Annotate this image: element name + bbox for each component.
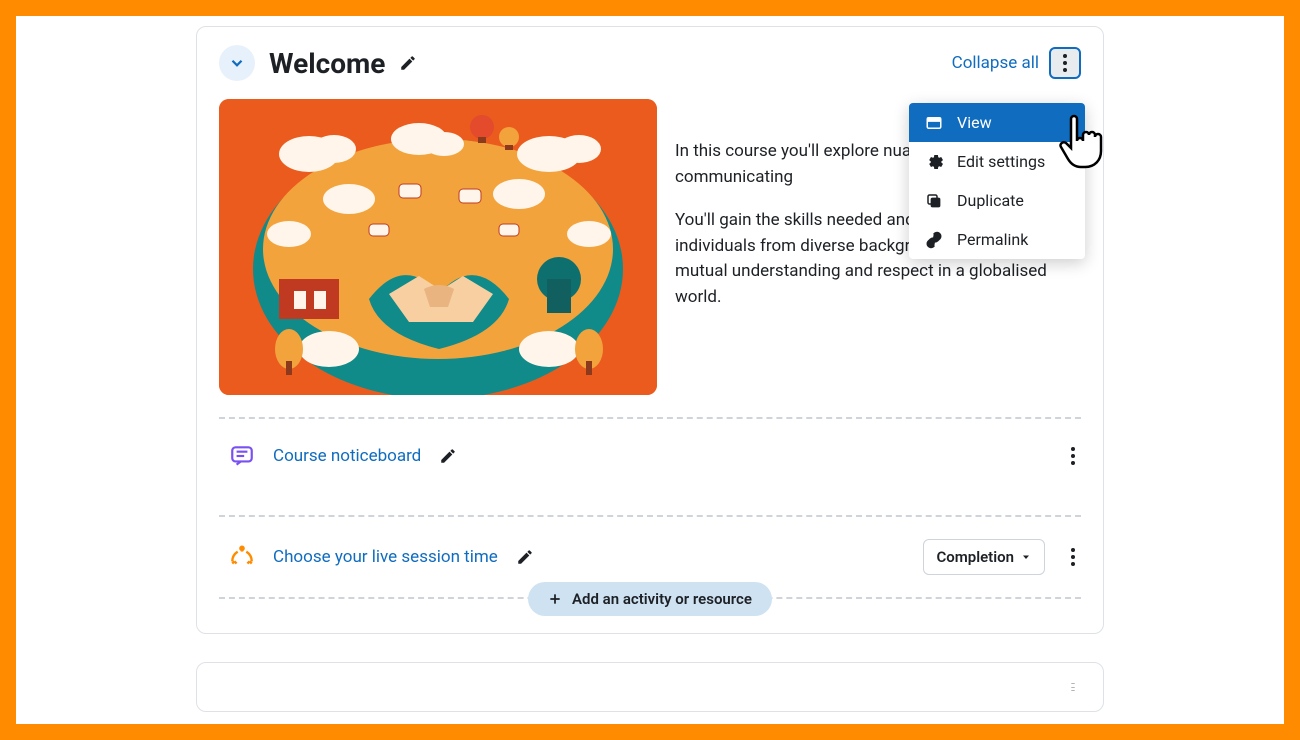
choice-icon	[229, 544, 255, 570]
section-header-right: Collapse all	[952, 47, 1081, 79]
activity-link-noticeboard[interactable]: Course noticeboard	[273, 446, 421, 466]
link-icon	[925, 231, 943, 249]
duplicate-icon	[925, 192, 943, 210]
section-title-area: Welcome	[219, 45, 417, 81]
activity-row-noticeboard: Course noticeboard	[219, 419, 1081, 493]
add-row: Add an activity or resource	[219, 597, 1081, 633]
chevron-down-icon	[1020, 551, 1032, 563]
activity-right: Completion	[923, 539, 1081, 575]
section-title: Welcome	[269, 47, 385, 80]
section-card: Welcome Collapse all View	[196, 26, 1104, 634]
section-illustration	[219, 99, 657, 395]
pencil-icon	[516, 548, 534, 566]
edit-activity-button[interactable]	[439, 447, 457, 465]
add-activity-button[interactable]: Add an activity or resource	[528, 582, 772, 616]
plus-icon	[548, 592, 562, 606]
menu-item-permalink-label: Permalink	[957, 230, 1028, 249]
edit-activity-button[interactable]	[516, 548, 534, 566]
activity-link-session[interactable]: Choose your live session time	[273, 547, 498, 567]
activity-left: Choose your live session time	[229, 544, 534, 570]
pencil-icon	[399, 54, 417, 72]
collapse-toggle-button[interactable]	[219, 45, 255, 81]
section-header: Welcome Collapse all	[219, 45, 1081, 81]
activity-menu-button[interactable]	[1065, 542, 1081, 572]
gear-icon	[925, 153, 943, 171]
menu-item-edit-settings-label: Edit settings	[957, 152, 1045, 171]
menu-item-permalink[interactable]: Permalink	[909, 220, 1085, 259]
menu-item-duplicate-label: Duplicate	[957, 191, 1024, 210]
edit-title-button[interactable]	[399, 54, 417, 72]
chevron-down-icon	[228, 54, 246, 72]
activity-menu-button[interactable]	[1065, 441, 1081, 471]
add-activity-label: Add an activity or resource	[572, 590, 752, 608]
collapse-all-link[interactable]: Collapse all	[952, 53, 1039, 73]
menu-item-duplicate[interactable]: Duplicate	[909, 181, 1085, 220]
completion-dropdown[interactable]: Completion	[923, 539, 1045, 575]
next-section-card	[196, 662, 1104, 712]
activity-right	[1065, 441, 1081, 471]
section-dropdown-menu: View Edit settings Duplicate Permalink	[909, 103, 1085, 259]
view-icon	[925, 114, 943, 132]
kebab-icon	[1063, 54, 1067, 72]
menu-item-view-label: View	[957, 113, 992, 132]
menu-item-edit-settings[interactable]: Edit settings	[909, 142, 1085, 181]
completion-label: Completion	[936, 548, 1014, 566]
pencil-icon	[439, 447, 457, 465]
forum-icon	[229, 443, 255, 469]
menu-item-view[interactable]: View	[909, 103, 1085, 142]
activity-left: Course noticeboard	[229, 443, 457, 469]
section-menu-button[interactable]	[1065, 677, 1081, 697]
illustration-svg	[219, 99, 657, 395]
section-menu-button[interactable]	[1049, 47, 1081, 79]
